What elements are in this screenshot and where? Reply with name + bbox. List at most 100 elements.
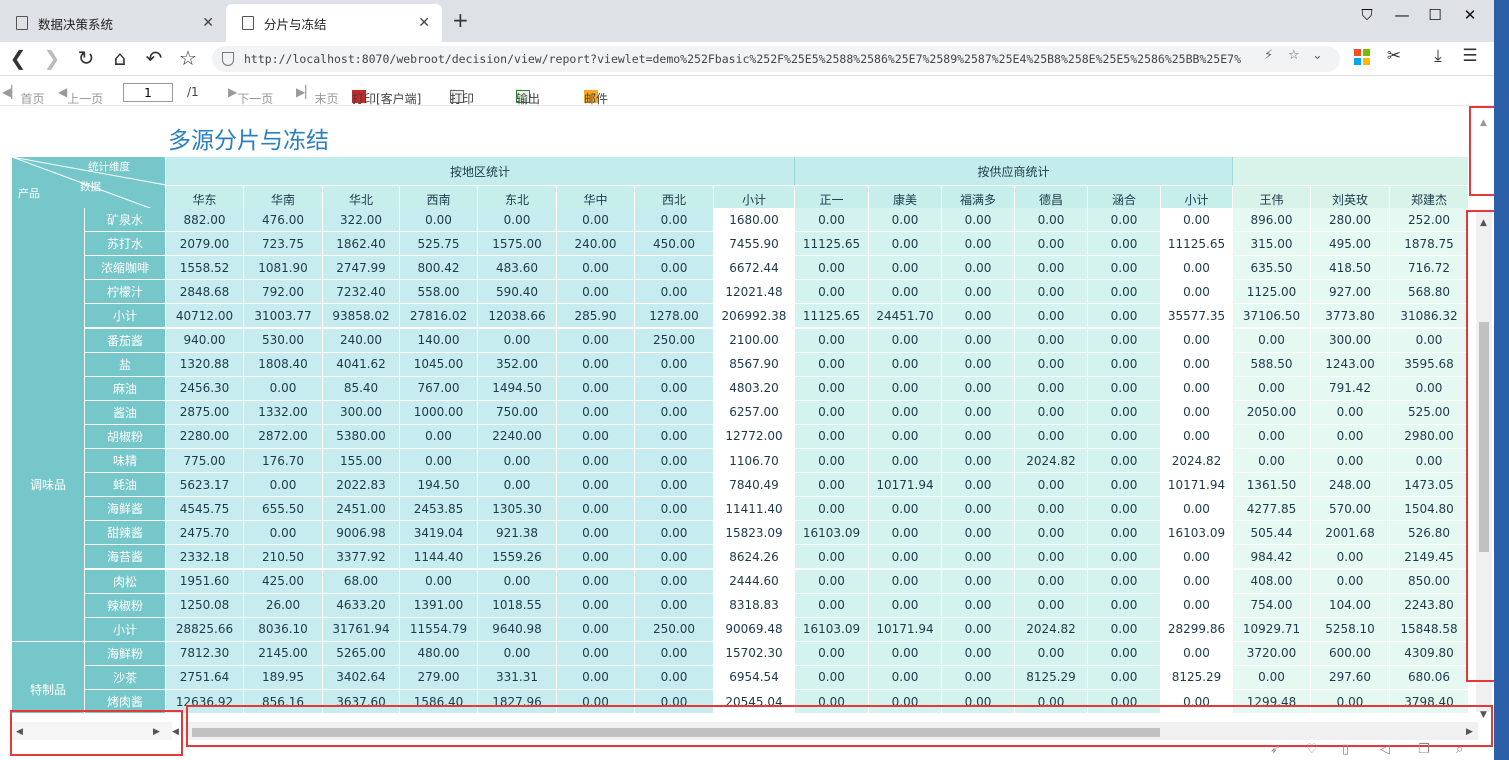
pulse-icon[interactable]: ♡ [1306,742,1318,757]
data-cell: 0.00 [795,328,869,353]
row-name: 麻油 [85,376,166,401]
data-cell: 0.00 [1311,569,1390,594]
undo-icon[interactable]: ↶ [142,46,166,70]
data-cell: 1106.70 [714,449,795,474]
data-cell: 0.00 [869,569,942,594]
data-cell: 525.75 [400,232,478,257]
data-cell: 2475.70 [166,521,244,546]
data-cell: 0.00 [557,569,635,594]
data-cell: 1558.52 [166,256,244,281]
data-cell: 0.00 [1088,208,1161,233]
row-name: 海鲜酱 [85,497,166,522]
data-cell: 0.00 [1015,569,1088,594]
document-icon [16,16,28,30]
data-cell: 322.00 [323,208,400,233]
next-page-button[interactable]: ▶ 下一页 [228,85,273,106]
data-cell: 0.00 [1233,376,1311,401]
data-cell: 10171.94 [1161,473,1233,498]
data-cell: 1305.30 [478,497,557,522]
shirt-icon[interactable]: ⛉ [1354,6,1380,24]
data-cell: 635.50 [1233,256,1311,281]
data-cell: 7812.30 [166,641,244,666]
data-cell: 6257.00 [714,400,795,425]
minimize-icon[interactable]: — [1389,6,1415,24]
data-cell: 4545.75 [166,497,244,522]
data-cell: 0.00 [478,449,557,474]
data-cell: 0.00 [869,424,942,449]
data-cell: 1473.05 [1390,473,1469,498]
data-cell: 1504.80 [1390,497,1469,522]
data-cell: 0.00 [1311,449,1390,474]
data-cell: 0.00 [869,497,942,522]
first-page-button[interactable]: ◀▏ 首页 [2,85,44,106]
data-cell: 2980.00 [1390,424,1469,449]
back-icon[interactable]: ❮ [6,46,30,70]
subtotal-cell: 0.00 [942,304,1015,329]
row-name: 盐 [85,352,166,377]
close-tab-icon[interactable]: ✕ [202,15,214,31]
reload-icon[interactable]: ↻ [74,46,98,70]
data-cell: 11125.65 [795,232,869,257]
data-cell: 754.00 [1233,593,1311,618]
category-cell: 特制品 [12,641,85,713]
lightning-icon[interactable]: ⚡ [1264,48,1273,63]
maximize-icon[interactable]: ☐ [1422,6,1448,24]
data-cell: 0.00 [1161,400,1233,425]
data-cell: 0.00 [795,641,869,666]
data-cell: 0.00 [1161,280,1233,305]
data-cell: 16103.09 [795,521,869,546]
address-bar[interactable]: http://localhost:8070/webroot/decision/v… [212,46,1340,72]
prev-page-button[interactable]: ◀ 上一页 [58,85,103,106]
download-icon[interactable]: ⤓ [1426,46,1450,66]
data-cell: 248.00 [1311,473,1390,498]
close-tab-icon[interactable]: ✕ [418,15,430,31]
subtotal-cell: 40712.00 [166,304,244,329]
scissors-icon[interactable]: ✂ [1382,46,1406,66]
data-cell: 0.00 [869,280,942,305]
data-cell: 1000.00 [400,400,478,425]
tab-decision-system[interactable]: 数据决策系统 ✕ [0,4,226,42]
tab-shard-freeze[interactable]: 分片与冻结 ✕ [226,4,442,42]
data-cell: 11411.40 [714,497,795,522]
data-cell: 0.00 [1088,424,1161,449]
document-icon [242,16,254,30]
rocket-icon[interactable]: ➶ [1270,742,1281,757]
menu-icon[interactable]: ☰ [1458,46,1482,66]
print-button[interactable]: 打印 ▾ [450,85,474,106]
trash-icon[interactable]: ▯ [1342,742,1349,757]
group-header-supplier: 按供应商统计 [795,157,1233,186]
data-cell: 0.00 [795,569,869,594]
favorite-icon[interactable]: ☆ [1288,48,1300,63]
audio-icon[interactable]: ◁ [1380,742,1390,757]
apps-icon[interactable] [1350,49,1374,69]
last-page-button[interactable]: ▶▏ 末页 [296,85,338,106]
data-cell: 0.00 [1088,280,1161,305]
data-cell: 0.00 [1088,449,1161,474]
data-cell: 0.00 [942,641,1015,666]
bookmark-star-icon[interactable]: ☆ [176,46,200,70]
home-icon[interactable]: ⌂ [108,46,132,70]
search-icon[interactable]: ⌕ [1456,742,1463,757]
copy-icon[interactable]: ❐ [1418,742,1430,757]
subtotal-cell: 93858.02 [323,304,400,329]
dropdown-icon[interactable]: ⌄ [1312,48,1323,63]
tab-label: 分片与冻结 [264,16,327,32]
group-header-person [1233,157,1469,186]
data-cell: 10171.94 [869,473,942,498]
data-cell: 2024.82 [1161,449,1233,474]
new-tab-icon[interactable]: + [452,8,469,32]
page-number-input[interactable] [123,83,173,102]
data-cell: 0.00 [1161,208,1233,233]
data-cell: 0.00 [1161,593,1233,618]
row-name: 味精 [85,449,166,474]
data-cell: 0.00 [1015,328,1088,353]
forward-icon[interactable]: ❯ [40,46,64,70]
data-cell: 0.00 [557,424,635,449]
close-window-icon[interactable]: ✕ [1457,6,1483,24]
data-cell: 0.00 [1015,473,1088,498]
data-cell: 590.40 [478,280,557,305]
subtotal-cell: 15848.58 [1390,617,1469,642]
export-button[interactable]: 输出 ▾ [516,85,540,106]
data-cell: 3720.00 [1233,641,1311,666]
data-cell: 767.00 [400,376,478,401]
